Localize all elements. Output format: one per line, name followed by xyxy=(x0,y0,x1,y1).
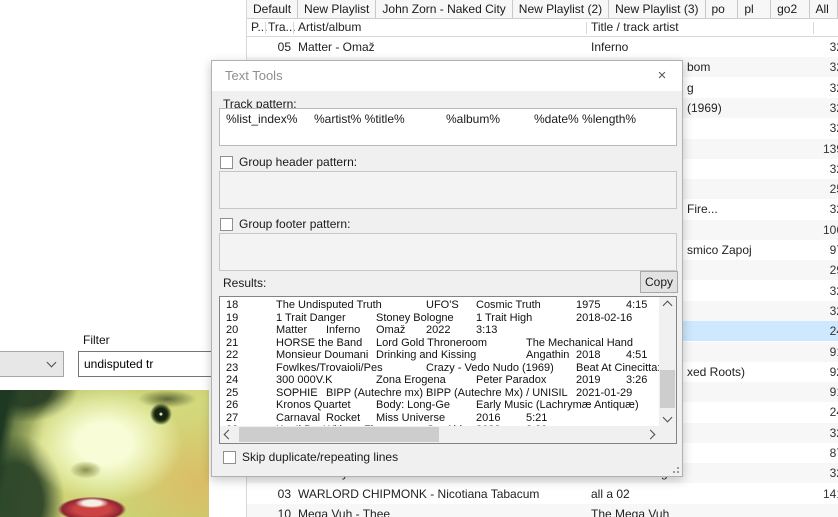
row-count: 29 xyxy=(773,260,838,280)
scroll-right-button[interactable] xyxy=(642,426,659,443)
app-window: DefaultNew PlaylistJohn Zorn - Naked Cit… xyxy=(0,0,838,517)
column-divider xyxy=(293,22,294,34)
column-divider xyxy=(265,22,266,34)
row-title: all a 02 xyxy=(591,484,630,504)
cover-art-image xyxy=(0,390,209,517)
row-text-fragment: xed Roots) xyxy=(687,362,745,382)
chevron-right-icon xyxy=(646,430,656,440)
playlist-row[interactable]: 05 Matter - Omaž Inferno 32 xyxy=(247,37,838,57)
row-count: 32 xyxy=(773,281,838,301)
horizontal-scroll-thumb[interactable] xyxy=(239,427,439,442)
row-count: 141 xyxy=(773,484,838,504)
row-count: 32 xyxy=(773,159,838,179)
chevron-left-icon xyxy=(224,430,234,440)
row-count: 32 xyxy=(773,463,838,483)
row-count: 24 xyxy=(773,321,838,341)
group-footer-label[interactable]: Group footer pattern: xyxy=(239,217,350,231)
results-text: 18 The Undisputed Truth UFO'S Cosmic Tru… xyxy=(221,297,659,426)
results-listbox[interactable]: 18 The Undisputed Truth UFO'S Cosmic Tru… xyxy=(219,296,677,444)
track-pattern-input[interactable]: %list_index% %artist% %title% %album% %d… xyxy=(219,108,677,146)
row-count: 91 xyxy=(773,382,838,402)
column-header-artist-album[interactable]: Artist/album xyxy=(298,20,361,34)
scroll-up-button[interactable] xyxy=(659,297,676,314)
tab-po[interactable]: po xyxy=(706,0,739,18)
tab-new-playlist-2-[interactable]: New Playlist (2) xyxy=(513,0,609,18)
scroll-down-button[interactable] xyxy=(659,409,676,426)
row-track-number: 05 xyxy=(261,37,291,57)
row-count: 139 xyxy=(773,139,838,159)
row-artist-album: Matter - Omaž xyxy=(298,37,375,57)
tab-all[interactable]: All xyxy=(810,0,838,18)
row-count: 32 xyxy=(773,118,838,138)
row-count: 32 xyxy=(773,78,838,98)
text-tools-dialog: Text Tools × Track pattern: %list_index%… xyxy=(211,60,683,477)
vertical-scroll-thumb[interactable] xyxy=(660,370,675,408)
row-count: 32 xyxy=(773,37,838,57)
row-count: 32 xyxy=(773,57,838,77)
group-footer-input[interactable] xyxy=(219,233,677,271)
column-divider xyxy=(813,22,814,34)
chevron-down-icon xyxy=(47,358,57,368)
row-title: Inferno xyxy=(591,37,628,57)
close-button[interactable]: × xyxy=(642,61,682,91)
playlist-row[interactable]: 10 Mega Vuh - Thee The Mega Vuh xyxy=(247,504,838,517)
playlist-row[interactable]: 03 WARLORD CHIPMONK - Nicotiana Tabacum al… xyxy=(247,484,838,504)
filter-scope-dropdown[interactable] xyxy=(0,351,64,377)
column-header-row: P... Tra... Artist/album Title / track a… xyxy=(247,19,838,37)
playlist-tabs: DefaultNew PlaylistJohn Zorn - Naked Cit… xyxy=(247,0,838,19)
tab-new-playlist-3-[interactable]: New Playlist (3) xyxy=(609,0,705,18)
filter-label: Filter xyxy=(83,333,110,347)
row-text-fragment: g xyxy=(687,78,694,98)
horizontal-scrollbar[interactable] xyxy=(220,426,659,443)
row-count: 25 xyxy=(773,179,838,199)
group-header-checkbox[interactable] xyxy=(220,156,233,169)
row-count: 97 xyxy=(773,240,838,260)
tab-john-zorn-naked-city[interactable]: John Zorn - Naked City xyxy=(376,0,512,18)
vertical-scrollbar[interactable] xyxy=(659,297,676,426)
row-artist-album: WARLORD CHIPMONK - Nicotiana Tabacum xyxy=(298,484,539,504)
row-text-fragment: bom xyxy=(687,57,710,77)
close-icon: × xyxy=(658,67,667,84)
row-count: 32 xyxy=(773,98,838,118)
filter-input[interactable]: undisputed tr xyxy=(78,351,219,377)
row-track-number: 10 xyxy=(261,504,291,517)
row-count: 32 xyxy=(773,301,838,321)
tab-new-playlist[interactable]: New Playlist xyxy=(298,0,376,18)
row-count: 32 xyxy=(773,199,838,219)
row-count: 92 xyxy=(773,362,838,382)
tab-default[interactable]: Default xyxy=(247,0,298,18)
dialog-title: Text Tools xyxy=(212,61,682,91)
group-header-label[interactable]: Group header pattern: xyxy=(239,155,357,169)
row-title: The Mega Vuh xyxy=(591,504,669,517)
column-header-title[interactable]: Title / track artist xyxy=(591,20,679,34)
row-count: 91 xyxy=(773,342,838,362)
row-track-number: 03 xyxy=(261,484,291,504)
tab-pl[interactable]: pl xyxy=(738,0,771,18)
results-label: Results: xyxy=(223,276,266,290)
skip-duplicates-checkbox[interactable] xyxy=(223,451,236,464)
row-count: 24 xyxy=(773,402,838,422)
skip-duplicates-label[interactable]: Skip duplicate/repeating lines xyxy=(242,450,398,464)
resize-grip-icon[interactable] xyxy=(671,465,679,473)
scrollbar-corner xyxy=(659,426,676,443)
copy-button[interactable]: Copy xyxy=(640,271,678,293)
row-text-fragment: Fire... xyxy=(687,199,718,219)
chevron-up-icon xyxy=(663,301,673,311)
column-header-track[interactable]: Tra... xyxy=(268,20,296,34)
scroll-left-button[interactable] xyxy=(220,426,237,443)
group-header-input[interactable] xyxy=(219,171,677,209)
row-text-fragment: (1969) xyxy=(687,98,722,118)
chevron-down-icon xyxy=(663,413,673,423)
row-count: 87 xyxy=(773,443,838,463)
tab-go2[interactable]: go2 xyxy=(771,0,809,18)
column-divider xyxy=(586,22,587,34)
group-footer-checkbox[interactable] xyxy=(220,218,233,231)
row-count: 106 xyxy=(773,220,838,240)
row-count: 32 xyxy=(773,423,838,443)
row-artist-album: Mega Vuh - Thee xyxy=(298,504,390,517)
row-text-fragment: smico Zapoj xyxy=(687,240,752,260)
